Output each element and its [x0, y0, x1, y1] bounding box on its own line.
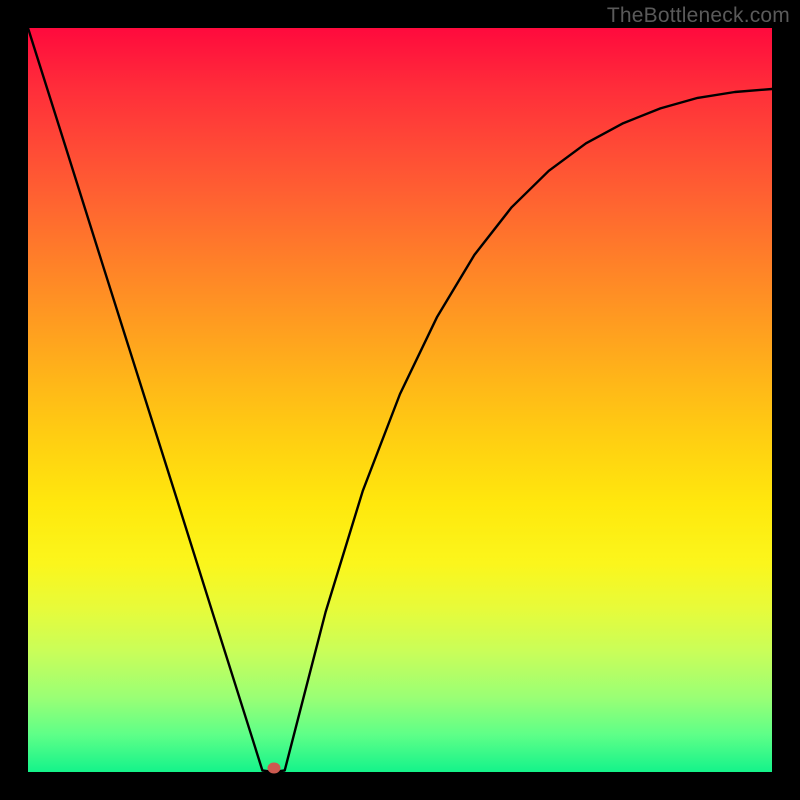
- plot-area: [28, 28, 772, 772]
- bottleneck-curve: [28, 28, 772, 772]
- minimum-marker: [267, 763, 280, 774]
- curve-svg: [28, 28, 772, 772]
- watermark-text: TheBottleneck.com: [607, 4, 790, 28]
- chart-frame: TheBottleneck.com: [0, 0, 800, 800]
